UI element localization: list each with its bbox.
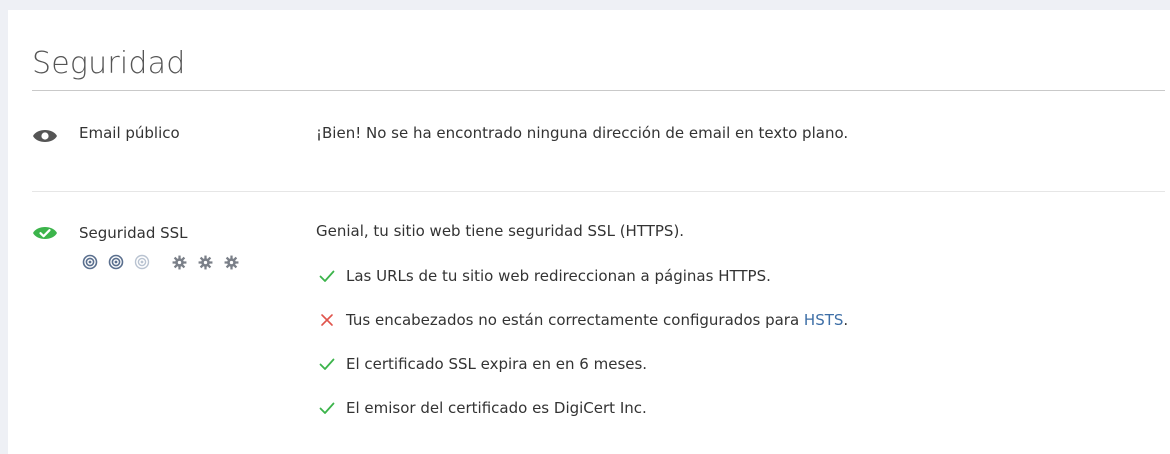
email-row-label: Email público [79,124,180,142]
check-icon [318,399,336,417]
check-icon [318,267,336,285]
target-filled-icon [108,254,124,270]
section-title: Seguridad [32,46,186,81]
check-item-hsts: Tus encabezados no están correctamente c… [318,310,848,330]
gear-icon [224,255,239,270]
check-item-text: Las URLs de tu sitio web redireccionan a… [346,267,771,285]
gear-icon [198,255,213,270]
email-row-description: ¡Bien! No se ha encontrado ninguna direc… [316,124,849,142]
check-item-text[interactable]: Tus encabezados no están correctamente c… [346,311,848,329]
security-panel: Seguridad Email público ¡Bien! No se ha … [8,10,1170,454]
row-divider [32,191,1165,192]
x-icon [318,311,336,329]
check-item-cert-issuer: El emisor del certificado es DigiCert In… [318,398,647,418]
check-item-text: El certificado SSL expira en en 6 meses. [346,355,648,373]
hsts-link[interactable]: HSTS [804,311,844,329]
check-circle-icon [32,220,57,244]
check-item-text: El emisor del certificado es DigiCert In… [346,399,647,417]
gear-icon [172,255,187,270]
ssl-row-description: Genial, tu sitio web tiene seguridad SSL… [316,222,685,240]
check-item-cert-expiry: El certificado SSL expira en en 6 meses. [318,354,647,374]
eye-icon [32,123,57,147]
check-icon [318,355,336,373]
target-filled-icon [82,254,98,270]
target-empty-icon [134,254,150,270]
ssl-rating [82,254,250,270]
check-item-https-redirect: Las URLs de tu sitio web redireccionan a… [318,266,771,286]
ssl-row-label: Seguridad SSL [79,224,188,242]
title-divider [32,90,1165,91]
